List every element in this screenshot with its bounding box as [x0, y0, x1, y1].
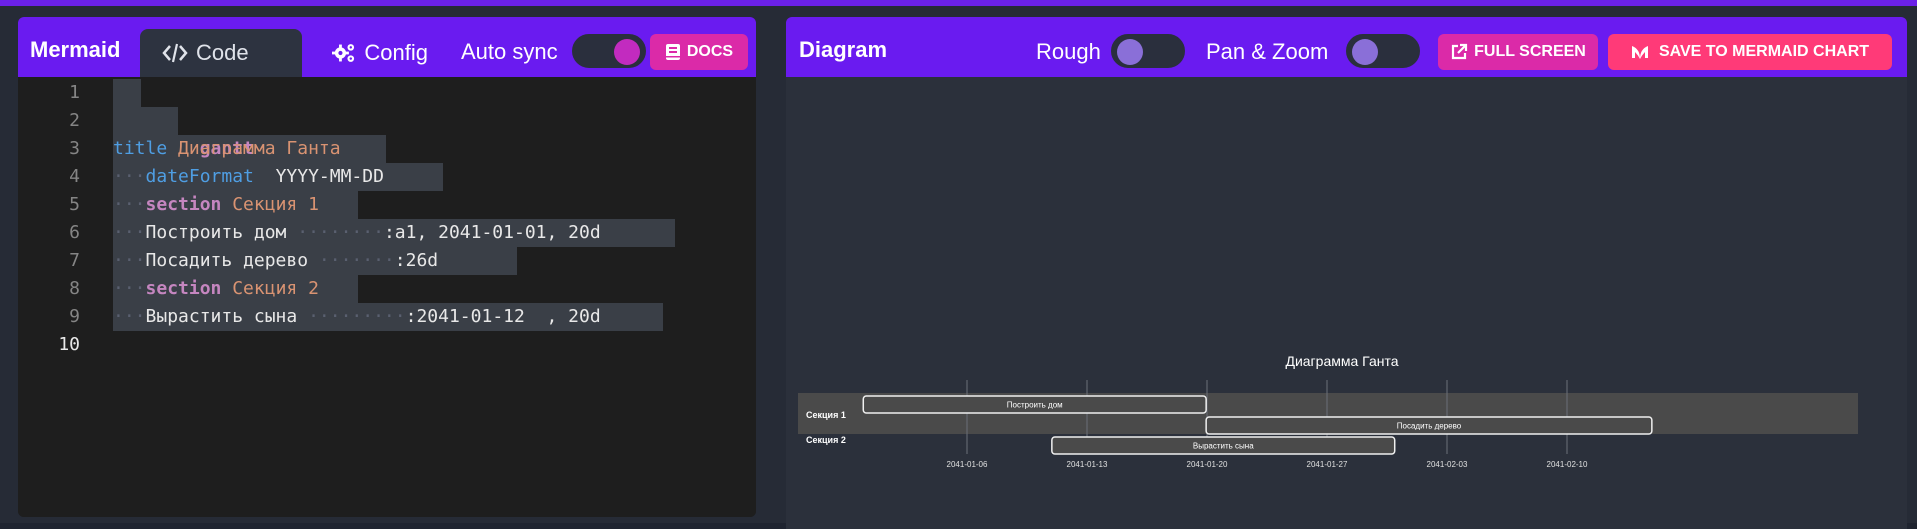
task-name: Вырастить сына: [145, 306, 309, 327]
line-number-current: 10: [58, 334, 80, 355]
indent-dots: ···: [113, 306, 146, 327]
task-name: Построить дом: [145, 222, 298, 243]
tab-code-label: Code: [196, 40, 249, 65]
tab-config-label: Config: [364, 40, 428, 65]
code-value: Секция 2: [232, 278, 319, 299]
code-line-5: ···section Секция 1: [113, 191, 319, 219]
mermaid-logo-icon: [1631, 46, 1648, 59]
gears-icon: [332, 44, 355, 62]
line-number: 2: [69, 110, 80, 131]
tab-code[interactable]: Code: [140, 29, 302, 77]
auto-sync-toggle-knob: [614, 39, 640, 65]
code-line-4: ···dateFormat YYYY-MM-DD: [113, 163, 384, 191]
app-page: Mermaid Code Config Auto sync DOCS 1 2 3…: [0, 6, 1917, 529]
save-label: SAVE TO MERMAID CHART: [1658, 43, 1870, 60]
line-number: 3: [69, 138, 80, 159]
x-tick-label: 2041-02-10: [1547, 460, 1588, 469]
code-line-3: title Диаграмма Ганта: [113, 135, 341, 163]
section-label: Секция 1: [806, 410, 846, 420]
code-line-9: ···Вырастить сына ·········:2041-01-12 ,…: [113, 303, 601, 331]
task-label: Построить дом: [1007, 401, 1063, 410]
task-label: Посадить дерево: [1397, 422, 1462, 431]
full-screen-button[interactable]: FULL SCREEN: [1438, 34, 1598, 70]
gantt-chart: 2041-01-06 2041-01-13 2041-01-20 2041-01-27…: [798, 353, 1858, 469]
line-number: 5: [69, 194, 80, 215]
code-keyword: section: [145, 278, 222, 299]
chart-title: Диаграмма Ганта: [1285, 353, 1398, 369]
x-tick-label: 2041-01-20: [1187, 460, 1228, 469]
task-name: Посадить дерево: [145, 250, 319, 271]
save-to-mermaid-chart-button[interactable]: SAVE TO MERMAID CHART: [1608, 34, 1892, 70]
tab-config[interactable]: Config: [310, 29, 450, 77]
auto-sync-toggle[interactable]: [572, 34, 646, 68]
code-line-2: gantt: [113, 107, 254, 159]
pan-zoom-toggle-knob: [1352, 39, 1378, 65]
padding-dots: ········: [297, 222, 384, 243]
auto-sync-label: Auto sync: [461, 39, 558, 64]
padding-dots: ·······: [318, 250, 395, 271]
indent-dots: ···: [113, 250, 146, 271]
code-line-8: ···section Секция 2: [113, 275, 319, 303]
line-number: 6: [69, 222, 80, 243]
pan-zoom-label: Pan & Zoom: [1206, 39, 1329, 64]
task-spec: :26d: [394, 250, 439, 271]
section-label: Секция 2: [806, 435, 846, 445]
indent-dots: ···: [113, 166, 146, 187]
docs-label: DOCS: [686, 43, 734, 60]
external-link-icon: [1452, 43, 1468, 60]
code-editor[interactable]: 1 2 3 4 5 6 7 8 9 10 gantt title Диаграм…: [18, 77, 756, 517]
x-tick-label: 2041-01-13: [1067, 460, 1108, 469]
brand-title: Mermaid: [30, 37, 121, 62]
line-number: 9: [69, 306, 80, 327]
indent-dots: ···: [113, 278, 146, 299]
rough-toggle-knob: [1117, 39, 1143, 65]
padding-dots: ·········: [308, 306, 406, 327]
line-number: 1: [69, 82, 80, 103]
task-label: Вырастить сына: [1193, 442, 1254, 451]
code-value: YYYY-MM-DD: [275, 166, 384, 187]
line-number: 7: [69, 250, 80, 271]
diagram-title: Diagram: [799, 37, 888, 62]
pan-zoom-toggle[interactable]: [1346, 34, 1420, 68]
indent-dots: ···: [113, 194, 146, 215]
line-number: 8: [69, 278, 80, 299]
code-keyword: dateFormat: [145, 166, 254, 187]
code-keyword: title: [113, 138, 168, 159]
x-tick-label: 2041-01-06: [947, 460, 988, 469]
full-screen-label: FULL SCREEN: [1474, 43, 1586, 60]
indent-dots: ···: [113, 222, 146, 243]
task-spec: :2041-01-12 , 20d: [405, 306, 601, 327]
code-value: Секция 1: [232, 194, 319, 215]
editor-panel: Mermaid Code Config Auto sync DOCS 1 2 3…: [18, 17, 756, 517]
code-line-6: ···Построить дом ········:a1, 2041-01-01…: [113, 219, 601, 247]
book-icon: [665, 44, 680, 60]
x-tick-label: 2041-02-03: [1427, 460, 1468, 469]
rough-label: Rough: [1036, 39, 1101, 64]
code-keyword: section: [145, 194, 222, 215]
code-value: Диаграмма Ганта: [178, 138, 341, 159]
rough-toggle[interactable]: [1111, 34, 1185, 68]
diagram-header: Diagram Rough Pan & Zoom FULL SCREEN SAV…: [786, 17, 1907, 77]
editor-header: Mermaid Code Config Auto sync DOCS: [18, 17, 756, 77]
diagram-panel: Diagram Rough Pan & Zoom FULL SCREEN SAV…: [786, 17, 1907, 529]
x-tick-label: 2041-01-27: [1307, 460, 1348, 469]
code-icon: [162, 43, 188, 63]
line-number: 4: [69, 166, 80, 187]
docs-button[interactable]: DOCS: [650, 34, 748, 70]
selection-line-1: [113, 79, 141, 107]
task-spec: :a1, 2041-01-01, 20d: [383, 222, 601, 243]
code-line-7: ···Посадить дерево ·······:26d: [113, 247, 438, 275]
